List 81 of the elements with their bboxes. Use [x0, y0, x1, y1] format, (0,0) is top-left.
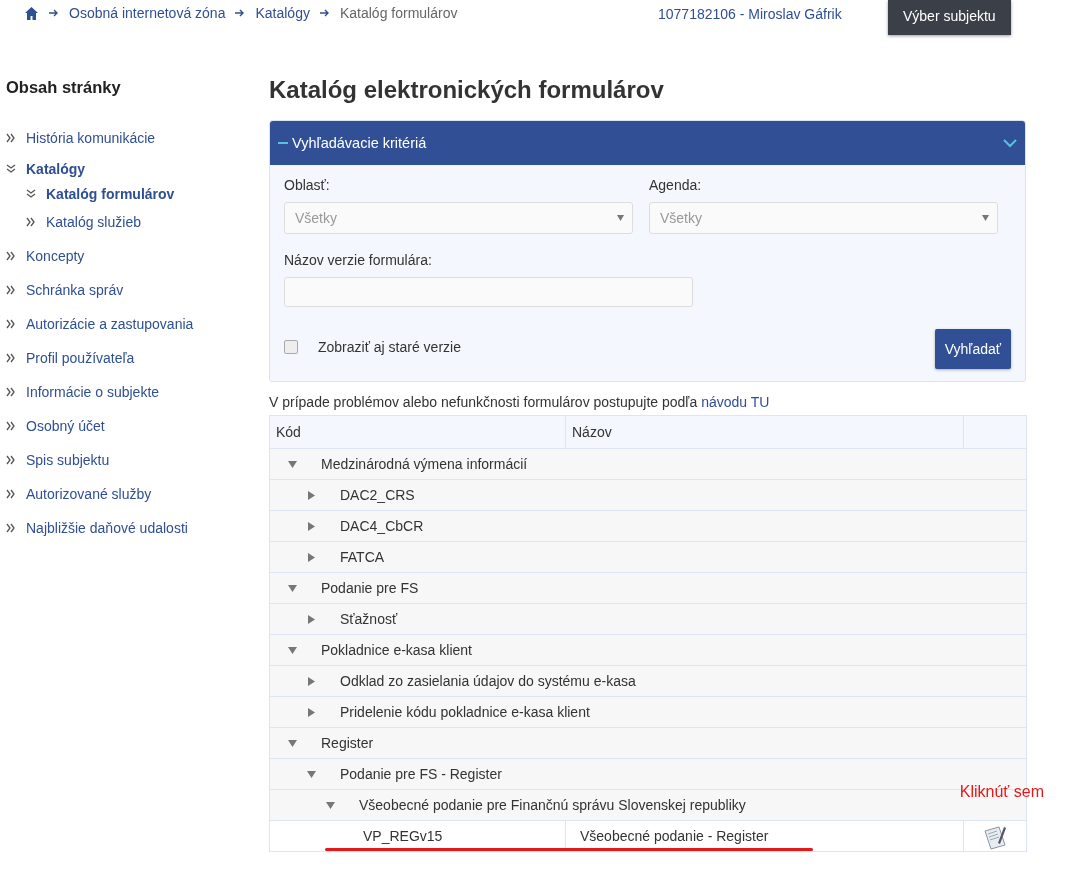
sidebar-link[interactable]: Katalóg služieb: [46, 214, 141, 230]
tree-node-label[interactable]: Pridelenie kódu pokladnice e-kasa klient: [340, 704, 590, 720]
double-chevron-down-icon: [26, 189, 36, 199]
triangle-right-icon[interactable]: [307, 676, 316, 686]
checkbox-label: Zobraziť aj staré verzie: [318, 339, 461, 355]
double-chevron-right-icon: [6, 387, 16, 397]
column-header: Kód: [269, 415, 566, 449]
sidebar-title: Obsah stránky: [6, 78, 122, 97]
double-chevron-right-icon: [6, 523, 16, 533]
tree-node-label[interactable]: Sťažnosť: [340, 611, 398, 627]
panel-header[interactable]: Vyhľadávacie kritériá: [270, 121, 1025, 165]
arrow-right-icon: [319, 9, 330, 17]
tree-node-label[interactable]: DAC2_CRS: [340, 487, 415, 503]
sidebar-link[interactable]: Autorizácie a zastupovania: [26, 316, 194, 332]
field-label: Oblasť:: [284, 177, 331, 193]
sidebar-link[interactable]: Osobný účet: [26, 418, 105, 434]
home-icon[interactable]: [24, 5, 39, 21]
double-chevron-right-icon: [6, 285, 16, 295]
double-chevron-right-icon: [6, 455, 16, 465]
sidebar-link[interactable]: Autorizované služby: [26, 486, 152, 502]
column-header: Názov: [565, 415, 964, 449]
minus-icon: [278, 141, 288, 145]
sidebar-link[interactable]: Koncepty: [26, 248, 85, 264]
sidebar-link[interactable]: História komunikácie: [26, 130, 156, 146]
tree-node-label[interactable]: Podanie pre FS: [321, 580, 419, 596]
form-code: VP_REGv15: [362, 828, 443, 844]
tree-node-label[interactable]: Odklad zo zasielania údajov do systému e-kasa: [340, 673, 636, 689]
triangle-down-icon[interactable]: [288, 459, 297, 469]
notice-text: V prípade problémov alebo nefunkčnosti formulárov postupujte podľa návodu TU: [269, 394, 771, 410]
double-chevron-right-icon: [6, 353, 16, 363]
sidebar-link[interactable]: Schránka správ: [26, 282, 124, 298]
field-label: Agenda:: [649, 177, 703, 193]
sidebar-link[interactable]: Informácie o subjekte: [26, 384, 160, 400]
caret-icon: [982, 215, 989, 221]
breadcrumb-link[interactable]: Katalógy: [255, 5, 310, 21]
guide-link[interactable]: návodu TU: [701, 394, 770, 410]
sidebar-link[interactable]: Profil používateľa: [26, 350, 135, 366]
annotation-text: Kliknúť sem: [959, 783, 1044, 801]
tree-node-label[interactable]: Podanie pre FS - Register: [340, 766, 502, 782]
double-chevron-right-icon: [26, 217, 36, 227]
triangle-down-icon[interactable]: [326, 800, 335, 810]
breadcrumb-link[interactable]: Katalóg formulárov: [339, 5, 458, 21]
triangle-down-icon[interactable]: [288, 738, 297, 748]
user-name: 1077182106 - Miroslav Gáfrik: [658, 5, 843, 22]
arrow-right-icon: [49, 9, 59, 17]
caret-icon: [617, 215, 624, 221]
triangle-right-icon[interactable]: [307, 521, 316, 531]
triangle-right-icon[interactable]: [307, 552, 316, 562]
triangle-right-icon[interactable]: [307, 707, 316, 717]
sidebar-link[interactable]: Katalóg formulárov: [46, 186, 175, 202]
double-chevron-right-icon: [6, 319, 16, 329]
search-button[interactable]: Vyhľadať: [934, 329, 1011, 369]
tree-node-label[interactable]: Pokladnice e-kasa klient: [321, 642, 472, 658]
tree-node-label[interactable]: FATCA: [340, 549, 385, 565]
form-name: Všeobecné podanie - Register: [579, 828, 769, 844]
double-chevron-right-icon: [6, 421, 16, 431]
sidebar-link[interactable]: Spis subjektu: [26, 452, 110, 468]
field-label: Názov verzie formulára:: [284, 252, 433, 268]
triangle-right-icon[interactable]: [307, 490, 316, 500]
tree-node-label[interactable]: Medzinárodná výmena informácií: [321, 456, 528, 472]
double-chevron-down-icon: [6, 164, 16, 174]
tree-node-label[interactable]: DAC4_CbCR: [340, 518, 424, 534]
triangle-down-icon[interactable]: [288, 645, 297, 655]
tree-node-label[interactable]: Register: [321, 735, 374, 751]
double-chevron-right-icon: [6, 251, 16, 261]
breadcrumb-link[interactable]: Osobná internetová zóna: [69, 5, 226, 21]
checkbox[interactable]: [284, 340, 298, 354]
triangle-down-icon[interactable]: [307, 769, 316, 779]
triangle-down-icon[interactable]: [288, 583, 297, 593]
select-subject-button[interactable]: Výber subjektu: [888, 0, 1011, 35]
chevron-down-icon: [1003, 138, 1017, 148]
double-chevron-right-icon: [6, 489, 16, 499]
triangle-right-icon[interactable]: [307, 614, 316, 624]
sidebar-link[interactable]: Najbližšie daňové udalosti: [26, 520, 188, 536]
input-field[interactable]: [284, 277, 693, 307]
page-title: Katalóg elektronických formulárov: [269, 76, 665, 104]
form-edit-icon[interactable]: [981, 823, 1009, 851]
double-chevron-right-icon: [6, 133, 16, 143]
arrow-right-icon: [235, 9, 246, 17]
panel-title: Vyhľadávacie kritériá: [292, 135, 428, 151]
sidebar-link[interactable]: Katalógy: [26, 161, 86, 177]
